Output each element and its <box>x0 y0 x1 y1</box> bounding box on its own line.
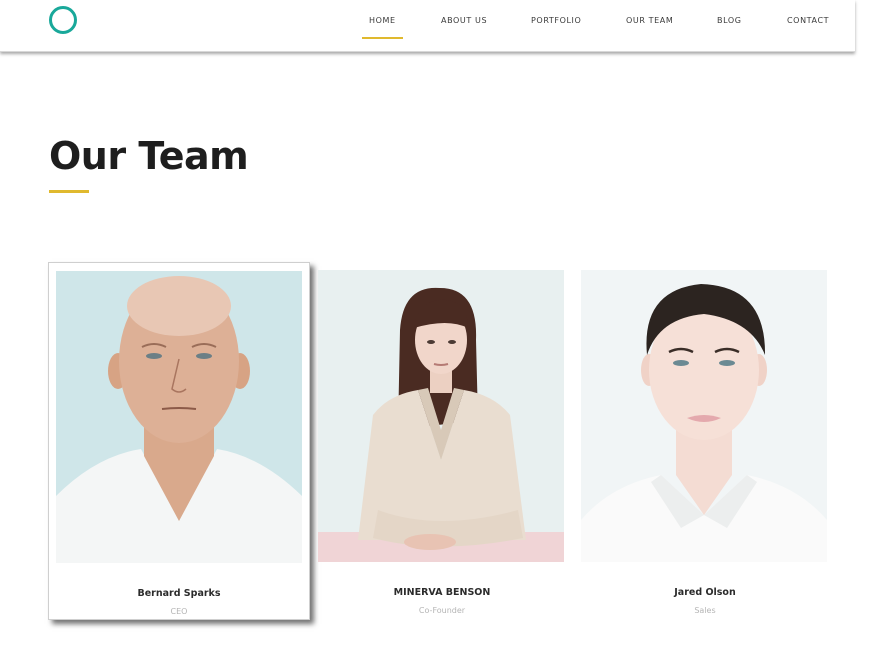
team-member-role: Co-Founder <box>418 606 466 615</box>
team-card-bernard-sparks[interactable]: Bernard Sparks CEO <box>48 262 310 620</box>
team-card-jared-olson[interactable]: Jared Olson Sales <box>574 262 836 620</box>
team-photo <box>318 270 564 562</box>
title-underline <box>49 190 89 193</box>
main-nav: HOME ABOUT US PORTFOLIO OUR TEAM BLOG CO… <box>0 0 855 52</box>
site-header: HOME ABOUT US PORTFOLIO OUR TEAM BLOG CO… <box>0 0 855 52</box>
nav-item-portfolio[interactable]: PORTFOLIO <box>531 14 581 38</box>
team-member-name: Bernard Sparks <box>137 588 221 599</box>
nav-item-blog[interactable]: BLOG <box>717 14 742 38</box>
team-member-role: CEO <box>170 607 188 616</box>
team-member-name: MINERVA BENSON <box>393 587 491 598</box>
team-photo <box>581 270 827 562</box>
nav-item-contact[interactable]: CONTACT <box>787 14 829 38</box>
nav-item-about-us[interactable]: ABOUT US <box>441 14 487 38</box>
team-card-minerva-benson[interactable]: MINERVA BENSON Co-Founder <box>311 262 573 620</box>
nav-item-our-team[interactable]: OUR TEAM <box>626 14 673 38</box>
team-member-role: Sales <box>694 606 716 615</box>
team-member-name: Jared Olson <box>674 587 736 598</box>
nav-item-home[interactable]: HOME <box>362 14 403 39</box>
page-title: Our Team <box>49 134 249 178</box>
team-photo <box>56 271 302 563</box>
